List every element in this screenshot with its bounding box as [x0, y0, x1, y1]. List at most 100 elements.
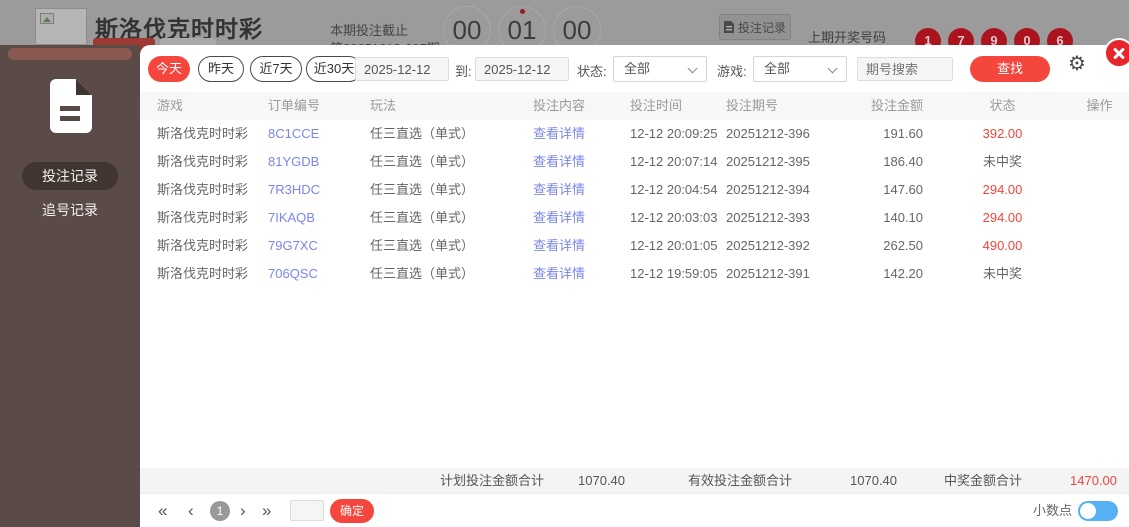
cell-status: 未中奖 [982, 154, 1022, 169]
status-select[interactable]: 全部 [613, 56, 707, 82]
order-link[interactable]: 7IKAQB [268, 204, 370, 232]
sidebar-item-chase-records[interactable]: 追号记录 [0, 200, 140, 220]
first-page-button[interactable]: « [158, 494, 167, 527]
cell-status: 294.00 [982, 210, 1023, 225]
date-to-input[interactable] [475, 57, 569, 81]
cell-time: 12-12 20:04:54 [630, 182, 718, 197]
col-header-order: 订单编号 [268, 98, 321, 113]
cell-amount: 186.40 [883, 154, 923, 169]
chevron-down-icon [827, 63, 838, 74]
table-row: 斯洛伐克时时彩 7IKAQB 任三直选（单式） 查看详情 12-12 20:03… [140, 204, 1129, 232]
valid-total-label: 有效投注金额合计 [688, 473, 793, 488]
cell-action [1070, 120, 1129, 148]
view-detail-link[interactable]: 查看详情 [533, 260, 630, 288]
order-link[interactable]: 7R3HDC [268, 176, 370, 204]
cell-game: 斯洛伐克时时彩 [157, 154, 249, 169]
cell-amount: 142.20 [883, 266, 923, 281]
order-link[interactable]: 8C1CCE [268, 120, 370, 148]
cell-period: 20251212-395 [726, 154, 810, 169]
col-header-status: 状态 [989, 98, 1016, 113]
view-detail-link[interactable]: 查看详情 [533, 148, 630, 176]
bet-records-modal: 今天 昨天 近7天 近30天 到: 状态: 全部 游戏: 全部 查找 ⚙ 游戏 … [140, 38, 1129, 527]
next-page-button[interactable]: › [240, 494, 246, 527]
valid-total-value: 1070.40 [850, 473, 897, 488]
header-records-button[interactable]: 投注记录 [719, 14, 791, 40]
header-records-label: 投注记录 [737, 20, 786, 35]
cell-game: 斯洛伐克时时彩 [157, 182, 249, 197]
cell-game: 斯洛伐克时时彩 [157, 266, 249, 281]
cell-action [1070, 176, 1129, 204]
table-row: 斯洛伐克时时彩 8C1CCE 任三直选（单式） 查看详情 12-12 20:09… [140, 120, 1129, 148]
sidebar-accent-bar [8, 48, 132, 60]
cell-status: 490.00 [982, 238, 1023, 253]
page-jump-input[interactable] [290, 500, 324, 521]
document-icon [723, 21, 734, 33]
cell-game: 斯洛伐克时时彩 [157, 126, 249, 141]
date-from-input[interactable] [355, 57, 449, 81]
cell-amount: 147.60 [883, 182, 923, 197]
filter-last7days-button[interactable]: 近7天 [250, 56, 302, 82]
cell-time: 12-12 19:59:05 [630, 266, 718, 281]
current-page-badge[interactable]: 1 [210, 501, 230, 521]
win-total-label: 中奖金额合计 [944, 473, 1023, 488]
cell-action [1070, 148, 1129, 176]
gear-icon[interactable]: ⚙ [1068, 54, 1086, 74]
cell-action [1070, 260, 1129, 288]
decimal-point-label: 小数点 [1033, 503, 1073, 518]
order-link[interactable]: 79G7XC [268, 232, 370, 260]
last-page-button[interactable]: » [262, 494, 271, 527]
order-link[interactable]: 706QSC [268, 260, 370, 288]
sidebar-item-bet-records[interactable]: 投注记录 [22, 162, 118, 190]
view-detail-link[interactable]: 查看详情 [533, 120, 630, 148]
cell-time: 12-12 20:01:05 [630, 238, 718, 253]
cell-play: 任三直选（单式） [370, 126, 475, 141]
period-search-input[interactable] [857, 57, 953, 81]
planned-total-label: 计划投注金额合计 [440, 473, 545, 488]
cell-play: 任三直选（单式） [370, 266, 475, 281]
close-icon[interactable] [1104, 38, 1129, 68]
modal-sidebar: 投注记录 追号记录 [0, 45, 140, 527]
cell-play: 任三直选（单式） [370, 210, 475, 225]
prev-page-button[interactable]: ‹ [188, 494, 194, 527]
filter-yesterday-button[interactable]: 昨天 [198, 56, 244, 82]
planned-total-value: 1070.40 [578, 473, 625, 488]
game-select[interactable]: 全部 [753, 56, 847, 82]
cell-status: 未中奖 [982, 266, 1022, 281]
col-header-game: 游戏 [157, 98, 184, 113]
broken-image-icon [40, 13, 54, 24]
filter-today-button[interactable]: 今天 [148, 56, 190, 82]
search-button[interactable]: 查找 [970, 56, 1050, 82]
view-detail-link[interactable]: 查看详情 [533, 204, 630, 232]
table-body: 斯洛伐克时时彩 8C1CCE 任三直选（单式） 查看详情 12-12 20:09… [140, 120, 1129, 288]
cell-status: 294.00 [982, 182, 1023, 197]
view-detail-link[interactable]: 查看详情 [533, 232, 630, 260]
status-select-value: 全部 [624, 61, 651, 76]
win-total-value: 1470.00 [1070, 473, 1117, 488]
game-select-value: 全部 [764, 61, 791, 76]
cell-status: 392.00 [982, 126, 1023, 141]
order-link[interactable]: 81YGDB [268, 148, 370, 176]
toggle-knob [1080, 503, 1096, 519]
cell-period: 20251212-396 [726, 126, 810, 141]
cell-amount: 262.50 [883, 238, 923, 253]
decimal-point-toggle[interactable] [1078, 501, 1118, 521]
last-draw-label: 上期开奖号码 [808, 30, 887, 45]
countdown-dot [520, 9, 525, 14]
filter-last30days-button[interactable]: 近30天 [306, 56, 362, 82]
col-header-period: 投注期号 [726, 98, 779, 113]
col-header-action: 操作 [1086, 98, 1113, 113]
cell-time: 12-12 20:07:14 [630, 154, 718, 169]
col-header-time: 投注时间 [630, 98, 683, 113]
cell-play: 任三直选（单式） [370, 182, 475, 197]
date-to-label: 到: [455, 64, 472, 79]
confirm-page-button[interactable]: 确定 [330, 499, 374, 523]
deadline-label: 本期投注截止 [330, 23, 409, 38]
view-detail-link[interactable]: 查看详情 [533, 176, 630, 204]
summary-bar: 计划投注金额合计 1070.40 有效投注金额合计 1070.40 中奖金额合计… [140, 468, 1129, 493]
records-document-icon [50, 79, 92, 133]
screen: 斯洛伐克时时彩 本期投注截止 第20251212-397期 00 01 00 投… [0, 0, 1129, 527]
cell-action [1070, 204, 1129, 232]
cell-game: 斯洛伐克时时彩 [157, 238, 249, 253]
cell-amount: 191.60 [883, 126, 923, 141]
cell-game: 斯洛伐克时时彩 [157, 210, 249, 225]
